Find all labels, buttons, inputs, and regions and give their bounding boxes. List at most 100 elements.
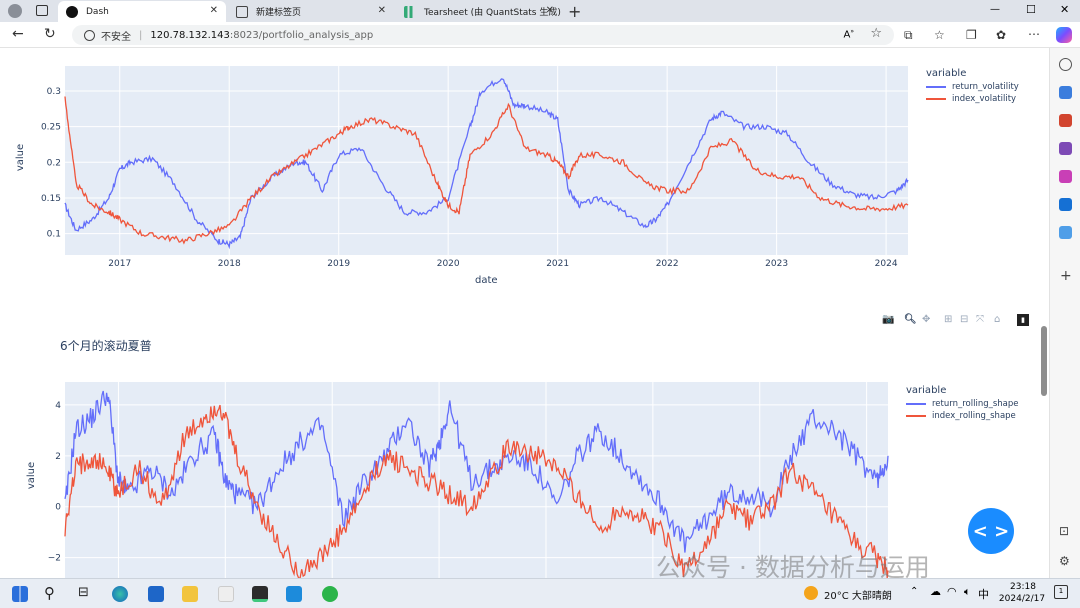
legend-item-index-volatility[interactable]: index_volatility [926,94,1019,104]
x-tick-label: 2023 [765,259,788,269]
screenshot-icon[interactable]: ⊡ [1059,524,1069,538]
tab-dash[interactable]: Dash ✕ [58,1,226,22]
shopping-tag-icon[interactable] [1059,86,1072,99]
more-menu-icon[interactable]: ⋯ [1028,27,1040,41]
favorite-star-icon[interactable]: ☆ [870,26,882,41]
page-favicon-icon [236,5,248,18]
legend-label: index_volatility [952,94,1017,104]
y-tick-label: −2 [48,554,61,564]
close-tab-icon[interactable]: ✕ [378,5,386,16]
chart-favicon-icon [404,5,416,18]
plotly-logo-icon[interactable]: ▮ [1017,314,1029,326]
chart1-xlabel: date [475,275,498,286]
mail-icon[interactable] [148,586,164,602]
collections-icon[interactable]: ❐ [966,28,977,42]
clock-time[interactable]: 23:18 [1005,582,1041,592]
search-icon[interactable] [1059,58,1072,71]
x-tick-label: 2022 [656,259,679,269]
rolling-sharpe-chart: 6个月的滚动夏普 420−220172018201920202021202220… [0,328,1049,578]
weather-icon[interactable] [804,586,818,600]
y-tick-label: 0.1 [47,230,61,240]
drop-icon[interactable] [1059,226,1072,239]
maximize-button[interactable]: ☐ [1026,3,1036,16]
settings-gear-icon[interactable]: ⚙ [1059,554,1070,568]
camera-icon[interactable]: 📷 [882,314,894,325]
search-icon[interactable]: ⚲ [44,584,55,602]
tab-label: 新建标签页 [256,8,302,18]
chart1-ylabel: value [15,143,27,172]
legend-item-return-rolling-shape[interactable]: return_rolling_shape [906,399,1019,409]
tab-tearsheet[interactable]: Tearsheet (由 QuantStats 生成) ✕ [396,1,562,22]
close-tab-icon[interactable]: ✕ [210,5,218,16]
task-view-icon[interactable]: ⊟ [78,585,89,600]
edge-browser-icon[interactable] [112,586,128,602]
x-tick-label: 2017 [108,259,131,269]
games-icon[interactable] [1059,142,1072,155]
split-screen-icon[interactable]: ⧉ [904,28,913,43]
new-tab-button[interactable]: + [568,2,581,21]
y-tick-label: 4 [55,401,61,411]
close-window-button[interactable]: ✕ [1060,3,1069,16]
page-scrollbar-thumb[interactable] [1041,326,1047,396]
legend-item-return-volatility[interactable]: return_volatility [926,82,1019,92]
outlook-icon[interactable] [1059,198,1072,211]
y-tick-label: 2 [55,452,61,462]
tab-new-tab-page[interactable]: 新建标签页 ✕ [228,1,394,22]
legend-label: return_volatility [952,82,1019,92]
notification-icon[interactable]: 1 [1054,585,1068,599]
extensions-icon[interactable]: ✿ [996,28,1006,42]
favorites-icon[interactable]: ☆ [934,28,945,42]
series-line-return_volatility[interactable] [64,78,909,250]
zoom-icon[interactable]: 🔍︎ [904,314,917,325]
zoom-out-icon[interactable]: ⊟ [960,314,968,325]
legend-label: return_rolling_shape [932,399,1019,409]
vscode-icon[interactable] [286,586,302,602]
tab-actions-icon[interactable] [36,5,48,16]
dash-devtools-button[interactable]: < > [968,508,1014,554]
toolbox-icon[interactable] [1059,114,1072,127]
notification-count: 1 [1058,587,1064,595]
reload-icon[interactable]: ↻ [44,26,56,42]
url-field[interactable]: 不安全 | 120.78.132.143 :8023/portfolio_ana… [72,25,894,45]
chart2-ylabel: value [26,461,38,490]
weather-text[interactable]: 20°C 大部晴朗 [824,587,892,602]
y-tick-label: 0.2 [47,158,61,168]
profile-avatar[interactable] [8,4,22,18]
show-hidden-icons-icon[interactable]: ⌃ [910,586,918,597]
minimize-button[interactable]: — [990,4,1000,15]
office-icon[interactable] [1059,170,1072,183]
network-icon[interactable]: ☁ [930,585,941,598]
legend-title: variable [906,385,947,396]
read-aloud-icon[interactable]: A» [843,28,854,40]
tab-label: Tearsheet (由 QuantStats 生成) [424,8,561,18]
series-line-index_volatility[interactable] [64,96,909,245]
windows-start-icon[interactable] [12,586,28,602]
back-arrow-icon[interactable]: ← [12,26,24,42]
clock-date[interactable]: 2024/2/17 [993,594,1051,604]
plotly-modebar: 📷 🔍︎ ✥ ⊞ ⊟ ⤧ ⌂ ▮ [880,314,1030,328]
close-tab-icon[interactable]: ✕ [546,5,554,16]
add-sidebar-app-icon[interactable]: + [1060,268,1072,284]
x-tick-label: 2020 [437,259,460,269]
chart2-legend[interactable]: variable return_rolling_shape index_roll… [906,385,1019,421]
zoom-in-icon[interactable]: ⊞ [944,314,952,325]
wechat-icon[interactable] [322,586,338,602]
file-explorer-icon[interactable] [182,586,198,602]
x-tick-label: 2018 [218,259,241,269]
store-icon[interactable] [218,586,234,602]
legend-title: variable [926,68,967,79]
chart1-legend[interactable]: variable return_volatility index_volatil… [926,68,1019,104]
wifi-icon[interactable]: ◠ [947,585,957,598]
ime-indicator[interactable]: 中 [978,586,989,602]
home-icon[interactable]: ⌂ [994,314,1000,325]
pan-icon[interactable]: ✥ [922,314,930,325]
terminal-icon[interactable] [252,586,268,602]
copilot-icon[interactable] [1056,27,1072,43]
autoscale-icon[interactable]: ⤧ [976,314,984,325]
series-line-return_rolling_shape[interactable] [64,390,889,553]
volume-icon[interactable]: 🔈︎ [964,585,971,599]
y-tick-label: 0 [55,503,61,513]
edge-sidebar: + ⊡ ⚙ [1049,48,1080,578]
tab-label: Dash [86,6,109,17]
legend-item-index-rolling-shape[interactable]: index_rolling_shape [906,411,1019,421]
